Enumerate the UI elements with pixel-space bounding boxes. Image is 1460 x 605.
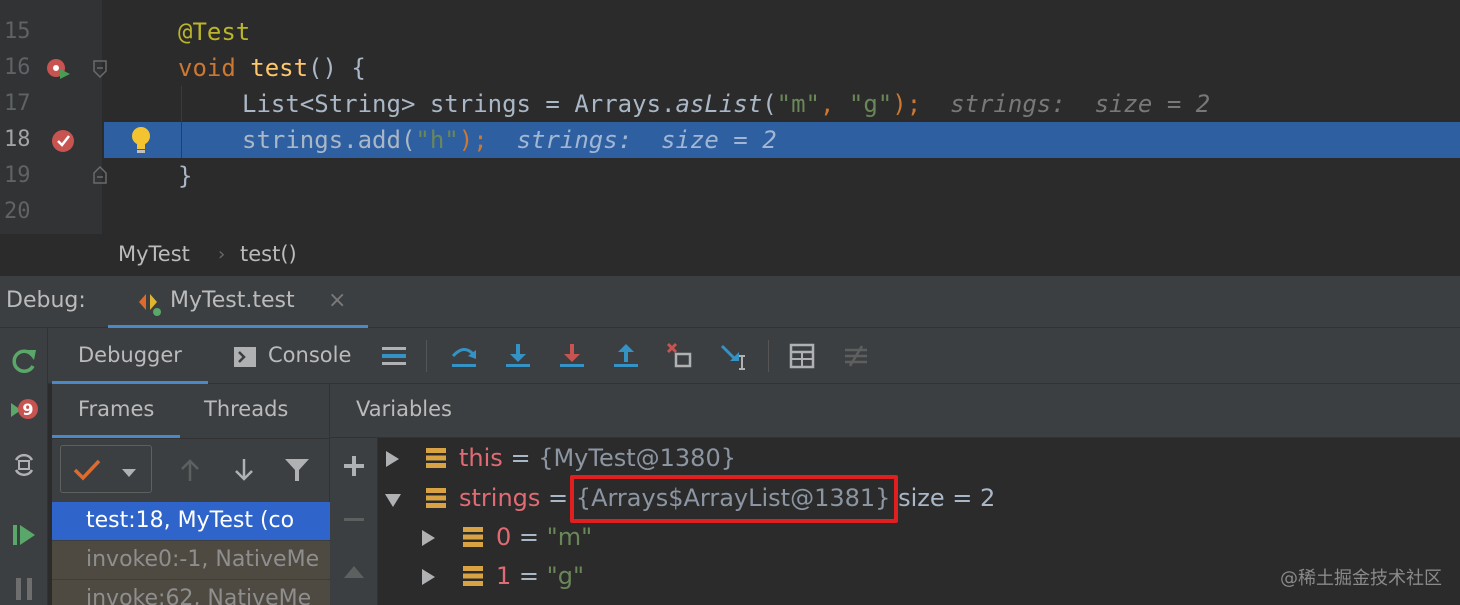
code-editor[interactable]: 15 @Test 16 void test() { 17 List<String… xyxy=(0,0,1460,234)
toolbar-separator xyxy=(426,340,427,372)
frame-row[interactable]: invoke0:-1, NativeMe xyxy=(52,541,330,579)
code-line-16[interactable]: 16 void test() { xyxy=(0,50,1460,86)
close-icon[interactable]: × xyxy=(328,288,346,313)
debugger-toolbar: Debugger Console xyxy=(48,328,1460,384)
frame-row[interactable]: test:18, MyTest (co xyxy=(52,502,330,540)
add-watch-icon[interactable] xyxy=(342,454,366,478)
rerun-failed-icon[interactable]: 9 xyxy=(9,396,39,426)
indent-guide xyxy=(181,86,182,158)
force-step-into-icon[interactable] xyxy=(558,342,586,370)
svg-text:9: 9 xyxy=(22,400,33,419)
drop-frame-icon[interactable] xyxy=(666,342,694,370)
breadcrumb: MyTest › test() xyxy=(0,234,1460,276)
field-icon xyxy=(463,565,483,587)
breadcrumb-method[interactable]: test() xyxy=(240,242,297,266)
inline-debug-hint: strings: size = 2 xyxy=(516,126,777,154)
filter-icon[interactable] xyxy=(284,457,310,483)
expand-arrow-icon[interactable] xyxy=(420,525,436,546)
expand-arrow-icon[interactable] xyxy=(384,446,400,467)
breakpoint-icon[interactable] xyxy=(50,128,76,154)
code-line-20[interactable]: 20 xyxy=(0,194,1460,230)
method-signature: void test() { xyxy=(178,54,366,82)
console-icon xyxy=(234,347,256,367)
variable-name: 0 xyxy=(496,523,512,551)
debug-session-tab[interactable]: MyTest.test × xyxy=(108,276,368,328)
debug-session-title: MyTest.test xyxy=(170,288,295,313)
thread-selector[interactable] xyxy=(60,445,152,493)
code-line-18-current[interactable]: strings.add("h"); strings: size = 2 xyxy=(104,122,1460,158)
tab-console[interactable]: Console xyxy=(230,328,360,384)
run-breakpoint-icon[interactable] xyxy=(46,57,72,81)
variable-name: this xyxy=(459,444,503,472)
code-line-15[interactable]: 15 @Test xyxy=(0,14,1460,50)
variable-size: size = 2 xyxy=(898,484,996,512)
debug-label: Debug: xyxy=(6,288,86,313)
frame-row[interactable]: invoke:62, NativeMe xyxy=(52,580,330,605)
code-line-17[interactable]: 17 List<String> strings = Arrays.asList(… xyxy=(0,86,1460,122)
code-line-19[interactable]: 19 } xyxy=(0,158,1460,194)
next-frame-icon[interactable] xyxy=(232,457,256,483)
chevron-down-icon xyxy=(121,464,137,477)
variable-value: "g" xyxy=(546,562,584,590)
annotation-test: @Test xyxy=(178,18,251,46)
highlight-annotation-box xyxy=(570,475,898,523)
line-number: 17 xyxy=(4,91,31,116)
breadcrumb-class[interactable]: MyTest xyxy=(118,242,190,266)
gutter-line-18: 18 xyxy=(0,122,104,158)
variable-name: strings xyxy=(459,484,541,512)
run-to-cursor-icon[interactable] xyxy=(720,342,748,370)
expand-arrow-icon[interactable] xyxy=(420,564,436,585)
step-into-icon[interactable] xyxy=(504,342,532,370)
pause-program-icon[interactable] xyxy=(9,574,39,604)
code-statement: List<String> strings = Arrays.asList("m"… xyxy=(242,90,1211,118)
collapse-arrow-icon[interactable] xyxy=(384,486,401,507)
variables-title: Variables xyxy=(356,397,452,421)
step-out-icon[interactable] xyxy=(612,342,640,370)
frames-toolbar xyxy=(52,438,330,500)
show-execution-point-icon[interactable] xyxy=(380,342,408,370)
remove-watch-icon[interactable] xyxy=(342,508,366,532)
variable-name: 1 xyxy=(496,562,512,590)
variables-side-toolbar xyxy=(330,438,378,605)
evaluate-expression-icon[interactable] xyxy=(788,342,816,370)
debug-side-toolbar: 9 xyxy=(0,328,48,605)
debug-tool-window-header: Debug: MyTest.test × xyxy=(0,276,1460,328)
restore-layout-icon[interactable] xyxy=(9,450,39,480)
frames-panel: Frames Threads test:18, MyTest (co invok… xyxy=(52,384,330,605)
line-number: 15 xyxy=(4,19,31,44)
rerun-icon[interactable] xyxy=(9,346,39,376)
inline-debug-hint: strings: size = 2 xyxy=(950,90,1211,118)
resume-program-icon[interactable] xyxy=(9,520,39,550)
variables-header: Variables xyxy=(330,384,1460,438)
watermark: @稀土掘金技术社区 xyxy=(1280,568,1442,589)
toolbar-separator xyxy=(768,340,769,372)
variable-value: "m" xyxy=(546,523,593,551)
step-over-icon[interactable] xyxy=(450,342,478,370)
line-number: 20 xyxy=(4,199,31,224)
lightbulb-icon[interactable] xyxy=(128,125,154,155)
breadcrumb-separator: › xyxy=(218,244,226,265)
tab-frames[interactable]: Frames xyxy=(52,384,180,438)
check-icon xyxy=(73,458,101,482)
previous-frame-icon[interactable] xyxy=(178,457,202,483)
fold-icon[interactable] xyxy=(93,60,107,79)
closing-brace: } xyxy=(178,162,193,190)
tab-threads[interactable]: Threads xyxy=(188,384,308,438)
field-icon xyxy=(426,487,446,509)
field-icon xyxy=(463,526,483,548)
debug-session-icon xyxy=(136,290,164,318)
field-icon xyxy=(426,447,446,469)
line-number: 18 xyxy=(4,127,31,152)
line-number: 19 xyxy=(4,163,31,188)
trace-current-stream-icon[interactable] xyxy=(842,342,870,370)
fold-end-icon[interactable] xyxy=(93,165,107,184)
line-number: 16 xyxy=(4,55,31,80)
tab-debugger[interactable]: Debugger xyxy=(52,328,208,384)
variable-value: {MyTest@1380} xyxy=(538,444,736,472)
move-up-icon[interactable] xyxy=(342,562,366,582)
code-statement: strings.add("h"); strings: size = 2 xyxy=(242,126,777,154)
